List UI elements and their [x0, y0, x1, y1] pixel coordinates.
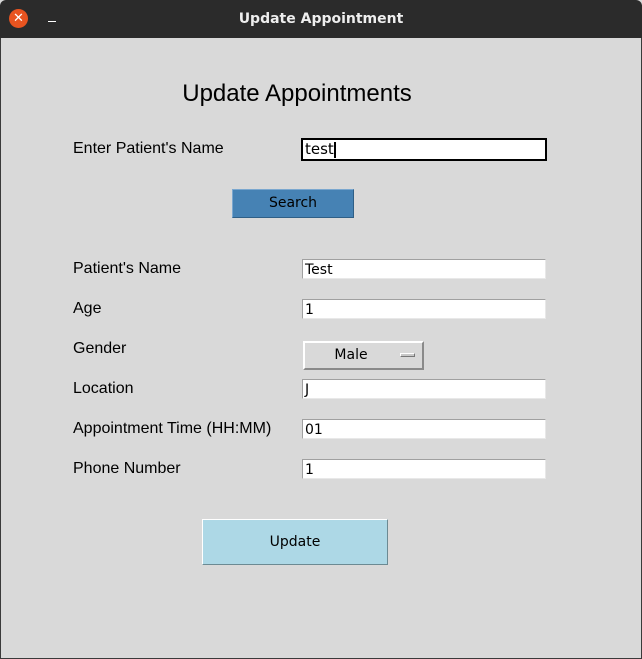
phone-label: Phone Number — [73, 460, 181, 477]
dropdown-indicator-icon — [400, 353, 415, 357]
gender-value: Male — [334, 347, 368, 363]
age-field[interactable]: 1 — [302, 299, 546, 319]
search-button[interactable]: Search — [232, 189, 354, 218]
location-field[interactable]: J — [302, 379, 546, 399]
window-title: Update Appointment — [238, 11, 404, 27]
time-label: Appointment Time (HH:MM) — [73, 420, 272, 437]
age-label: Age — [73, 300, 102, 317]
search-input[interactable]: test — [301, 138, 547, 161]
search-value: test — [305, 140, 334, 158]
name-label: Patient's Name — [73, 260, 181, 277]
gender-dropdown[interactable]: Male — [303, 341, 424, 370]
location-label: Location — [73, 380, 134, 397]
search-label: Enter Patient's Name — [73, 140, 224, 157]
patient-name-field[interactable]: Test — [302, 259, 546, 279]
text-cursor — [333, 141, 336, 158]
update-button[interactable]: Update — [202, 519, 388, 565]
appointment-time-field[interactable]: 01 — [302, 419, 546, 439]
gender-label: Gender — [73, 340, 127, 357]
phone-number-field[interactable]: 1 — [302, 459, 546, 479]
page-title: Update Appointments — [182, 80, 412, 107]
title-bar: ✕ Update Appointment — [0, 0, 642, 38]
